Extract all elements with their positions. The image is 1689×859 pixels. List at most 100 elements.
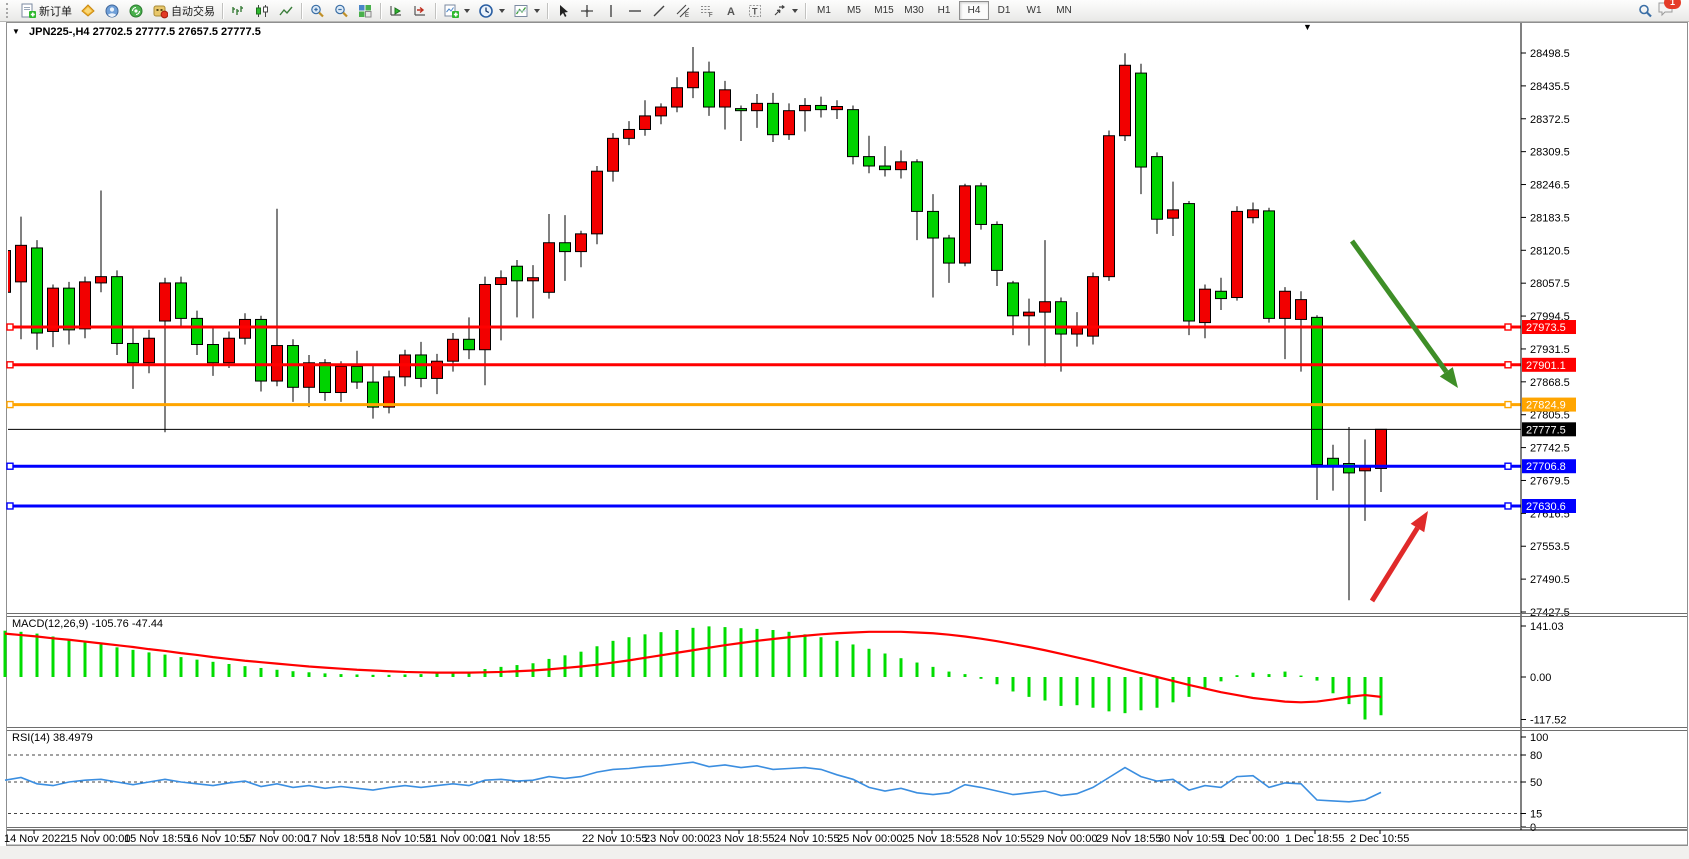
price-tick-label: 27742.5 bbox=[1530, 443, 1570, 455]
autotrade-button[interactable]: 自动交易 bbox=[148, 1, 219, 20]
line-handle bbox=[7, 362, 13, 368]
timeframe-M15[interactable]: M15 bbox=[869, 1, 899, 20]
community-button[interactable] bbox=[100, 1, 124, 20]
new-chart-button[interactable] bbox=[439, 1, 474, 20]
clock-icon bbox=[478, 3, 494, 19]
time-tick-label: 22 Nov 10:55 bbox=[582, 833, 647, 845]
time-tick-label: 21 Nov 18:55 bbox=[485, 833, 550, 845]
new-order-label: 新订单 bbox=[39, 3, 72, 19]
tip-icon bbox=[80, 3, 96, 19]
chart-canvas[interactable]: 28498.528435.528372.528309.528246.528183… bbox=[0, 0, 1689, 859]
rsi-axis-label: 80 bbox=[1530, 750, 1542, 762]
rsi-value: 38.4979 bbox=[53, 732, 93, 744]
timeframe-H1[interactable]: H1 bbox=[929, 1, 959, 20]
candlestick-icon bbox=[254, 3, 270, 19]
search-icon bbox=[1637, 3, 1653, 19]
trendline-tool-button[interactable] bbox=[647, 1, 671, 20]
timeframe-group: M1M5M15M30H1H4D1W1MN bbox=[809, 1, 1079, 20]
tips-button[interactable] bbox=[76, 1, 100, 20]
periods-button[interactable] bbox=[474, 1, 509, 20]
price-tick-label: 28057.5 bbox=[1530, 278, 1570, 290]
line-handle bbox=[7, 402, 13, 408]
fibonacci-tool-button[interactable]: F bbox=[695, 1, 719, 20]
template-icon bbox=[513, 3, 529, 19]
time-tick-label: 14 Nov 2022 bbox=[4, 833, 66, 845]
macd-signal-value: -47.44 bbox=[132, 618, 163, 630]
cursor-tool-button[interactable] bbox=[551, 1, 575, 20]
time-tick-label: 15 Nov 18:55 bbox=[124, 833, 189, 845]
vertical-line-icon bbox=[603, 3, 619, 19]
svg-text:E: E bbox=[685, 13, 689, 19]
time-tick-label: 1 Dec 18:55 bbox=[1285, 833, 1344, 845]
level-price-label: 27824.9 bbox=[1526, 400, 1566, 412]
time-tick-label: 28 Nov 10:55 bbox=[967, 833, 1032, 845]
text-tool-button[interactable]: A bbox=[719, 1, 743, 20]
price-tick-label: 27490.5 bbox=[1530, 574, 1570, 586]
toolbar-separator bbox=[380, 3, 381, 19]
bar-chart-button[interactable] bbox=[226, 1, 250, 20]
toolbar-separator bbox=[301, 3, 302, 19]
auto-scroll-button[interactable] bbox=[384, 1, 408, 20]
time-tick-label: 1 Dec 00:00 bbox=[1220, 833, 1279, 845]
vline-tool-button[interactable] bbox=[599, 1, 623, 20]
price-tick-label: 28246.5 bbox=[1530, 180, 1570, 192]
chat-button[interactable]: 1 bbox=[1657, 0, 1675, 22]
price-tick-label: 27679.5 bbox=[1530, 475, 1570, 487]
timeframe-W1[interactable]: W1 bbox=[1019, 1, 1049, 20]
time-tick-label: 23 Nov 18:55 bbox=[709, 833, 774, 845]
time-tick-label: 23 Nov 00:00 bbox=[644, 833, 709, 845]
shapes-tool-button[interactable] bbox=[767, 1, 802, 20]
dropdown-caret bbox=[499, 9, 505, 13]
time-tick-label: 25 Nov 00:00 bbox=[837, 833, 902, 845]
chat-unread-badge: 1 bbox=[1664, 0, 1681, 9]
toolbar-separator bbox=[435, 3, 436, 19]
line-handle bbox=[7, 503, 13, 509]
hline-tool-button[interactable] bbox=[623, 1, 647, 20]
tile-windows-button[interactable] bbox=[353, 1, 377, 20]
level-price-label: 27706.8 bbox=[1526, 461, 1566, 473]
time-tick-label: 30 Nov 10:55 bbox=[1158, 833, 1223, 845]
label-tool-button[interactable]: T bbox=[743, 1, 767, 20]
candlestick-chart-button[interactable] bbox=[250, 1, 274, 20]
chart-shift-marker[interactable]: ▼ bbox=[1303, 22, 1312, 32]
chart-menu-icon[interactable]: ▼ bbox=[12, 27, 20, 36]
templates-button[interactable] bbox=[509, 1, 544, 20]
timeframe-M30[interactable]: M30 bbox=[899, 1, 929, 20]
time-tick-label: 16 Nov 10:55 bbox=[186, 833, 251, 845]
timeframe-M1[interactable]: M1 bbox=[809, 1, 839, 20]
price-tick-label: 27553.5 bbox=[1530, 541, 1570, 553]
time-tick-label: 25 Nov 18:55 bbox=[902, 833, 967, 845]
equidistant-channel-icon: E bbox=[675, 3, 691, 19]
time-tick-label: 24 Nov 10:55 bbox=[774, 833, 839, 845]
text-label-icon: T bbox=[747, 3, 763, 19]
timeframe-H4[interactable]: H4 bbox=[959, 1, 989, 20]
timeframe-D1[interactable]: D1 bbox=[989, 1, 1019, 20]
price-tick-label: 27868.5 bbox=[1530, 377, 1570, 389]
autotrade-icon bbox=[152, 3, 168, 19]
toolbar-separator bbox=[547, 3, 548, 19]
macd-axis-label: 141.03 bbox=[1530, 621, 1564, 633]
chart-shift-button[interactable] bbox=[408, 1, 432, 20]
channel-tool-button[interactable]: E bbox=[671, 1, 695, 20]
macd-indicator-label: MACD(12,26,9) -105.76 -47.44 bbox=[12, 618, 163, 630]
search-button[interactable] bbox=[1633, 1, 1657, 20]
time-tick-label: 17 Nov 00:00 bbox=[244, 833, 309, 845]
dropdown-caret bbox=[792, 9, 798, 13]
timeframe-M5[interactable]: M5 bbox=[839, 1, 869, 20]
line-handle bbox=[1505, 503, 1511, 509]
timeframe-MN[interactable]: MN bbox=[1049, 1, 1079, 20]
crosshair-tool-button[interactable] bbox=[575, 1, 599, 20]
line-chart-icon bbox=[278, 3, 294, 19]
time-tick-label: 15 Nov 00:00 bbox=[65, 833, 130, 845]
zoom-in-button[interactable] bbox=[305, 1, 329, 20]
new-order-button[interactable]: 新订单 bbox=[16, 1, 76, 20]
signals-button[interactable] bbox=[124, 1, 148, 20]
line-chart-button[interactable] bbox=[274, 1, 298, 20]
community-icon bbox=[104, 3, 120, 19]
zoom-out-button[interactable] bbox=[329, 1, 353, 20]
svg-text:F: F bbox=[709, 13, 713, 19]
fibonacci-icon: F bbox=[699, 3, 715, 19]
new-chart-icon bbox=[443, 3, 459, 19]
toolbar-grip[interactable] bbox=[6, 3, 13, 18]
time-tick-label: 17 Nov 18:55 bbox=[305, 833, 370, 845]
